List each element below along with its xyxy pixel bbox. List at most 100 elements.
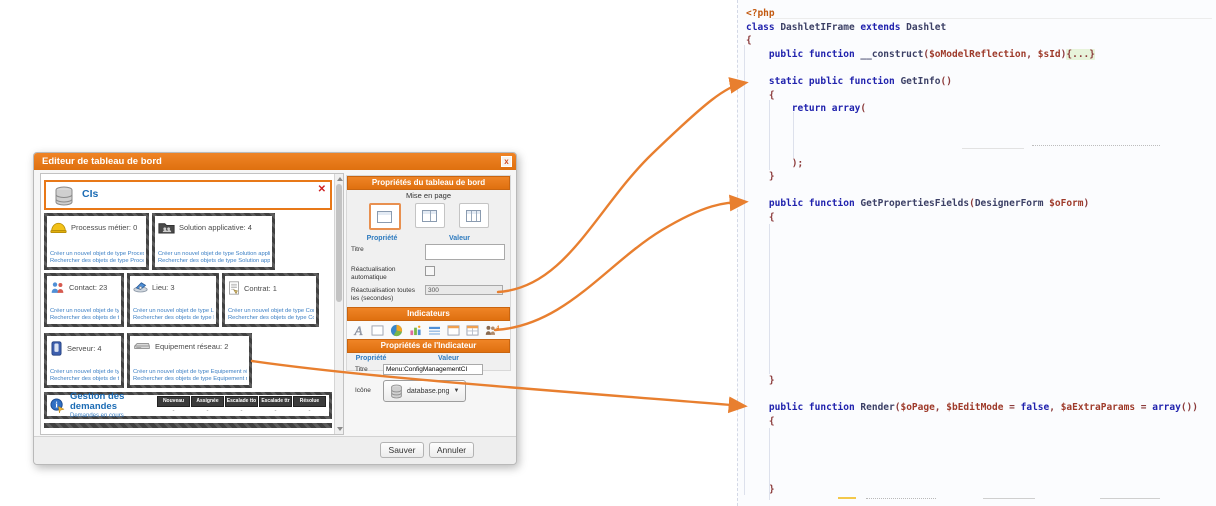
dashboard-properties-header: Propriétés du tableau de bord bbox=[347, 176, 510, 190]
create-object-link[interactable]: Créer un nouvel objet de type Lieu bbox=[133, 308, 214, 315]
database-icon bbox=[390, 384, 403, 399]
requests-in-progress-link[interactable]: Demandes en cours bbox=[70, 412, 157, 420]
indent-guide bbox=[793, 112, 794, 158]
dashlet-label: Lieu: 3 bbox=[152, 283, 175, 292]
dialog-titlebar[interactable]: Editeur de tableau de bord x bbox=[34, 153, 516, 170]
scrollbar-thumb[interactable] bbox=[336, 184, 342, 302]
delete-group-icon[interactable]: ✕ bbox=[318, 184, 326, 195]
status-value: - bbox=[191, 407, 224, 415]
group-table-icon[interactable] bbox=[464, 323, 480, 337]
chevron-down-icon: ▼ bbox=[453, 388, 459, 394]
pie-chart-icon[interactable] bbox=[388, 323, 404, 337]
network-device-icon bbox=[133, 341, 151, 351]
php-code-panel: <?phpclass DashletIFrame extends Dashlet… bbox=[737, 0, 1216, 506]
dashlet-tile[interactable]: Contact: 23Créer un nouvel objet de type… bbox=[44, 273, 124, 327]
search-objects-link[interactable]: Rechercher des objets de type Solution a… bbox=[158, 258, 270, 265]
icon-dropdown[interactable]: database.png ▼ bbox=[383, 380, 466, 402]
save-button[interactable]: Sauver bbox=[380, 442, 424, 458]
indicator-title-label: Titre bbox=[351, 364, 383, 374]
preview-scrollbar[interactable] bbox=[334, 174, 343, 434]
status-value: - bbox=[293, 407, 326, 415]
layout-one-column-option[interactable] bbox=[369, 203, 401, 230]
dashboard-preview-panel: CIs ✕ Processus métier: 0 Créer un nouvel… bbox=[40, 173, 344, 435]
indicator-icon-label: Icône bbox=[351, 380, 383, 395]
dashlet-tile[interactable]: Equipement réseau: 2 Créer un nouvel obje… bbox=[127, 333, 252, 388]
text-icon[interactable]: A bbox=[350, 323, 366, 337]
refresh-seconds-input[interactable] bbox=[425, 285, 503, 295]
scroll-up-icon[interactable] bbox=[337, 177, 343, 181]
dashlet-tile[interactable]: Processus métier: 0 Créer un nouvel objet… bbox=[44, 213, 149, 270]
cis-group-label: CIs bbox=[82, 188, 98, 200]
create-object-link[interactable]: Créer un nouvel objet de type Contact bbox=[50, 308, 119, 315]
layout-three-columns-option[interactable] bbox=[459, 203, 489, 228]
search-objects-link[interactable]: Rechercher des objets de type Contact bbox=[50, 315, 119, 322]
status-column-header: Résolue bbox=[293, 396, 326, 407]
search-objects-link[interactable]: Rechercher des objets de type Contrat bbox=[228, 315, 314, 322]
dashlet-label: Equipement réseau: 2 bbox=[155, 342, 228, 351]
info-icon: i bbox=[50, 398, 65, 413]
database-icon bbox=[52, 185, 76, 209]
indicator-title-input[interactable] bbox=[383, 364, 483, 375]
dashlet-tile[interactable]: Serveur: 4 Créer un nouvel objet de type … bbox=[44, 333, 124, 388]
status-column-header: Assignée bbox=[191, 396, 224, 407]
hard-hat-icon bbox=[50, 221, 67, 234]
indent-guide bbox=[769, 224, 770, 374]
layout-label: Mise en page bbox=[347, 190, 510, 201]
arrow-to-getpropertiesfields bbox=[495, 202, 744, 330]
search-objects-link[interactable]: Rechercher des objets de type Serveur bbox=[50, 376, 119, 383]
close-icon[interactable]: x bbox=[501, 156, 512, 167]
location-icon bbox=[133, 281, 148, 293]
dashlet-label: Contrat: 1 bbox=[244, 284, 277, 293]
badge-icon[interactable] bbox=[445, 323, 461, 337]
dashboard-title-input[interactable] bbox=[425, 244, 505, 260]
dashlet-tile[interactable]: Contrat: 1 Créer un nouvel objet de type … bbox=[222, 273, 319, 327]
dashlet-label: Processus métier: 0 bbox=[71, 223, 137, 232]
request-management-dashlet[interactable]: i Gestion des demandes Demandes en cours… bbox=[44, 392, 332, 419]
svg-text:A: A bbox=[353, 324, 362, 337]
property-value-header: Propriété Valeur bbox=[347, 353, 510, 363]
indent-guide bbox=[769, 100, 770, 170]
scroll-down-icon[interactable] bbox=[337, 427, 343, 431]
search-objects-link[interactable]: Rechercher des objets de type Processus … bbox=[50, 258, 144, 265]
header-icon[interactable] bbox=[426, 323, 442, 337]
create-object-link[interactable]: Créer un nouvel objet de type Equipement… bbox=[133, 369, 247, 376]
auto-refresh-checkbox[interactable] bbox=[425, 266, 435, 276]
status-value: - bbox=[157, 407, 190, 415]
blurred-code bbox=[866, 498, 936, 499]
divider bbox=[772, 18, 1212, 19]
status-value: - bbox=[259, 407, 292, 415]
frame-icon[interactable] bbox=[369, 323, 385, 337]
partial-dashlet-edge bbox=[44, 423, 332, 428]
cancel-button[interactable]: Annuler bbox=[429, 442, 474, 458]
create-object-link[interactable]: Créer un nouvel objet de type Processus … bbox=[50, 251, 144, 258]
dashlet-label: Serveur: 4 bbox=[67, 344, 102, 353]
php-source-code: <?phpclass DashletIFrame extends Dashlet… bbox=[746, 7, 1216, 496]
blurred-code bbox=[1100, 498, 1160, 499]
indicator-properties-header: Propriétés de l'Indicateur bbox=[347, 339, 510, 353]
create-object-link[interactable]: Créer un nouvel objet de type Serveur bbox=[50, 369, 119, 376]
request-dashlet-title: Gestion des demandes bbox=[70, 392, 157, 412]
dialog-title: Editeur de tableau de bord bbox=[42, 156, 162, 167]
create-object-link[interactable]: Créer un nouvel objet de type Contrat bbox=[228, 308, 314, 315]
dashlet-tile[interactable]: Solution applicative: 4Créer un nouvel o… bbox=[152, 213, 275, 270]
bar-chart-icon[interactable] bbox=[407, 323, 423, 337]
dashlet-tile[interactable]: Lieu: 3 Créer un nouvel objet de type Lie… bbox=[127, 273, 219, 327]
create-object-link[interactable]: Créer un nouvel objet de type Solution a… bbox=[158, 251, 270, 258]
indicators-header: Indicateurs bbox=[347, 307, 510, 321]
status-column-header: Escalade ttr bbox=[259, 396, 292, 407]
blurred-code bbox=[838, 497, 856, 499]
indicator-toolbar: A4 bbox=[347, 321, 510, 339]
count-icon[interactable]: 4 bbox=[483, 323, 499, 337]
status-value: - bbox=[225, 407, 258, 415]
layout-options bbox=[347, 201, 510, 234]
cis-group-tile[interactable]: CIs ✕ bbox=[44, 180, 332, 210]
blurred-code bbox=[983, 498, 1035, 499]
status-column-header: Nouveau bbox=[157, 396, 190, 407]
indent-guide bbox=[769, 428, 770, 500]
properties-panel: Propriétés du tableau de bord Mise en pa… bbox=[346, 175, 511, 371]
search-objects-link[interactable]: Rechercher des objets de type Equipement… bbox=[133, 376, 247, 383]
collapsed-content bbox=[1032, 145, 1160, 146]
svg-text:4: 4 bbox=[496, 325, 499, 331]
search-objects-link[interactable]: Rechercher des objets de type Lieu bbox=[133, 315, 214, 322]
layout-two-columns-option[interactable] bbox=[415, 203, 445, 228]
